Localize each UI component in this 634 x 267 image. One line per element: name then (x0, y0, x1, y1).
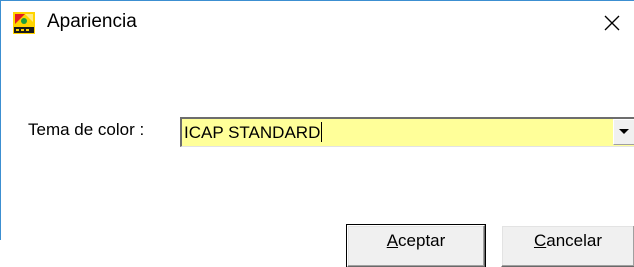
set-logo-icon (13, 12, 35, 34)
theme-color-text: ICAP STANDARD (184, 123, 321, 142)
close-button[interactable] (587, 1, 634, 43)
text-caret (321, 122, 323, 142)
theme-color-value[interactable]: ICAP STANDARD (184, 122, 323, 144)
theme-color-select[interactable]: ICAP STANDARD (180, 117, 634, 147)
cancel-button[interactable]: Cancelar (501, 225, 634, 267)
accept-mnemonic: A (386, 231, 399, 250)
accept-label-rest: ceptar (398, 231, 446, 250)
apariencia-dialog: Apariencia Tema de color : ICAP STANDARD… (0, 0, 634, 267)
close-icon (604, 15, 620, 31)
cancel-label-rest: ancelar (546, 231, 603, 250)
title-bar[interactable]: Apariencia (1, 1, 634, 43)
dropdown-button[interactable] (613, 119, 634, 145)
chevron-down-icon (619, 129, 629, 134)
accept-button[interactable]: Aceptar (346, 224, 486, 267)
theme-color-label: Tema de color : (28, 120, 145, 139)
window-title: Apariencia (47, 11, 137, 32)
cancel-button-label: Cancelar (502, 230, 634, 252)
cancel-mnemonic: C (533, 231, 547, 250)
accept-button-label: Aceptar (348, 230, 484, 252)
